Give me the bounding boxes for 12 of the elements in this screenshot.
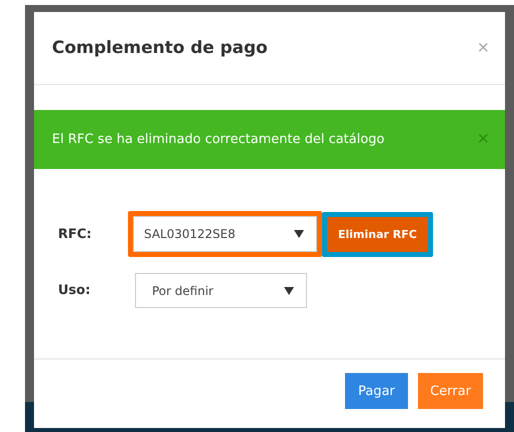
close-button[interactable]: ×	[477, 36, 489, 60]
rfc-label: RFC:	[58, 226, 93, 242]
modal-title: Complemento de pago	[52, 38, 268, 58]
uso-label: Uso:	[58, 283, 92, 298]
caret-icon	[284, 286, 294, 294]
delete-rfc-button[interactable]: Eliminar RFC	[327, 216, 428, 252]
pay-button[interactable]: Pagar	[345, 373, 408, 409]
close-dialog-button[interactable]: Cerrar	[418, 373, 483, 409]
alert-message: El RFC se ha eliminado correctamente del catálogo	[52, 132, 385, 147]
rfc-select[interactable]: SAL030122SE8	[133, 216, 317, 252]
caret-icon	[294, 230, 304, 238]
uso-select[interactable]: Por definir	[135, 273, 307, 308]
